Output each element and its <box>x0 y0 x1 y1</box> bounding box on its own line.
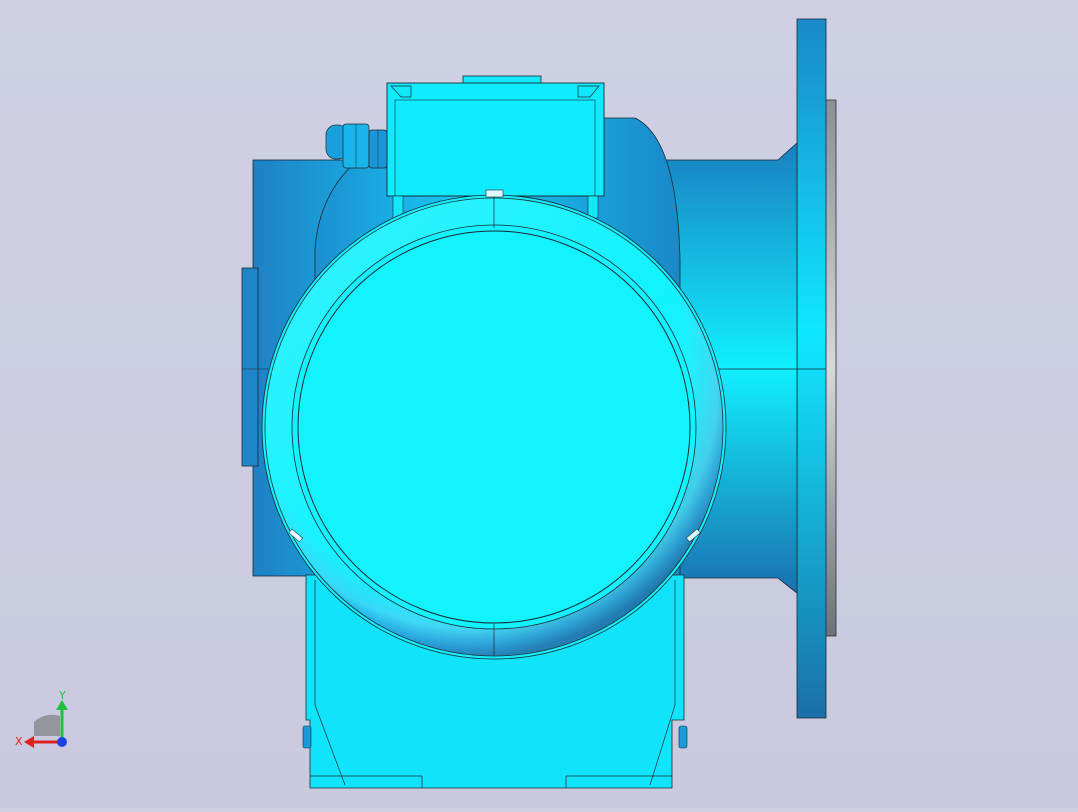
x-axis-label: X <box>15 735 23 748</box>
model-view[interactable]: Y X <box>0 0 1078 808</box>
left-cap[interactable] <box>241 267 259 467</box>
coordinate-triad-icon: Y X <box>15 689 68 748</box>
base-foot-left[interactable] <box>302 725 312 749</box>
output-flange[interactable] <box>796 18 827 719</box>
top-bolt-icon <box>485 189 504 198</box>
flange-plate[interactable] <box>824 99 837 637</box>
base-foot-right[interactable] <box>678 725 688 749</box>
y-axis-label: Y <box>58 689 66 702</box>
cad-3d-viewport[interactable]: Y X <box>0 0 1078 808</box>
